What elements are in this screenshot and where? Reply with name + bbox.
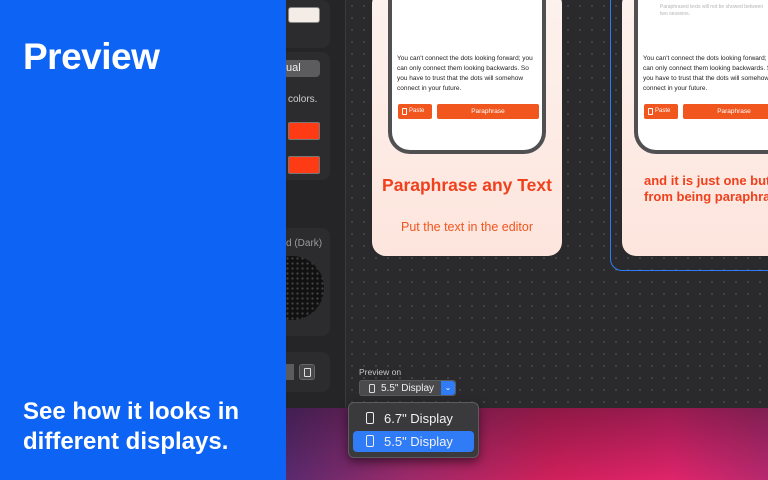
design-canvas[interactable]: You can't connect the dots looking forwa… (346, 0, 768, 408)
menu-item-6-7-display[interactable]: 6.7" Display (353, 408, 474, 429)
selection-outline (610, 0, 768, 271)
paraphrase-button: Paraphrase (437, 104, 539, 119)
promo-panel: Preview See how it looks in different di… (0, 0, 286, 480)
promo-subtitle: See how it looks in different displays. (23, 398, 240, 455)
clipboard-icon (402, 108, 407, 115)
accent-color-swatch[interactable] (288, 122, 320, 140)
background-color-swatch[interactable] (288, 7, 320, 23)
phone-icon (366, 412, 374, 424)
menu-item-5-5-display[interactable]: 5.5" Display (353, 431, 474, 452)
phone-icon (369, 384, 375, 393)
preview-on-label: Preview on (359, 367, 402, 377)
device-icon (304, 368, 311, 377)
display-select[interactable]: 5.5" Display ⌄ (359, 380, 456, 396)
phone-frame: You can't connect the dots looking forwa… (388, 0, 546, 154)
chevron-down-icon: ⌄ (441, 381, 455, 395)
colors-text: colors. (288, 94, 318, 105)
promo-title: Preview (23, 36, 160, 77)
phone-icon (366, 435, 374, 447)
editor-text: You can't connect the dots looking forwa… (397, 55, 533, 92)
button-color-swatch[interactable] (288, 156, 320, 174)
mode-select[interactable]: ual (286, 60, 320, 77)
artboard-screenshot-1[interactable]: You can't connect the dots looking forwa… (372, 0, 562, 256)
appearance-label: d (Dark) (286, 238, 323, 249)
display-dropdown-menu: 6.7" Display 5.5" Display (348, 402, 479, 458)
artboard-subline: Put the text in the editor (400, 220, 534, 234)
segmented-control-part[interactable] (286, 364, 294, 380)
paste-button: Paste (398, 104, 432, 119)
artboard-headline: Paraphrase any Text (382, 175, 552, 195)
device-toggle-button[interactable] (299, 364, 315, 380)
